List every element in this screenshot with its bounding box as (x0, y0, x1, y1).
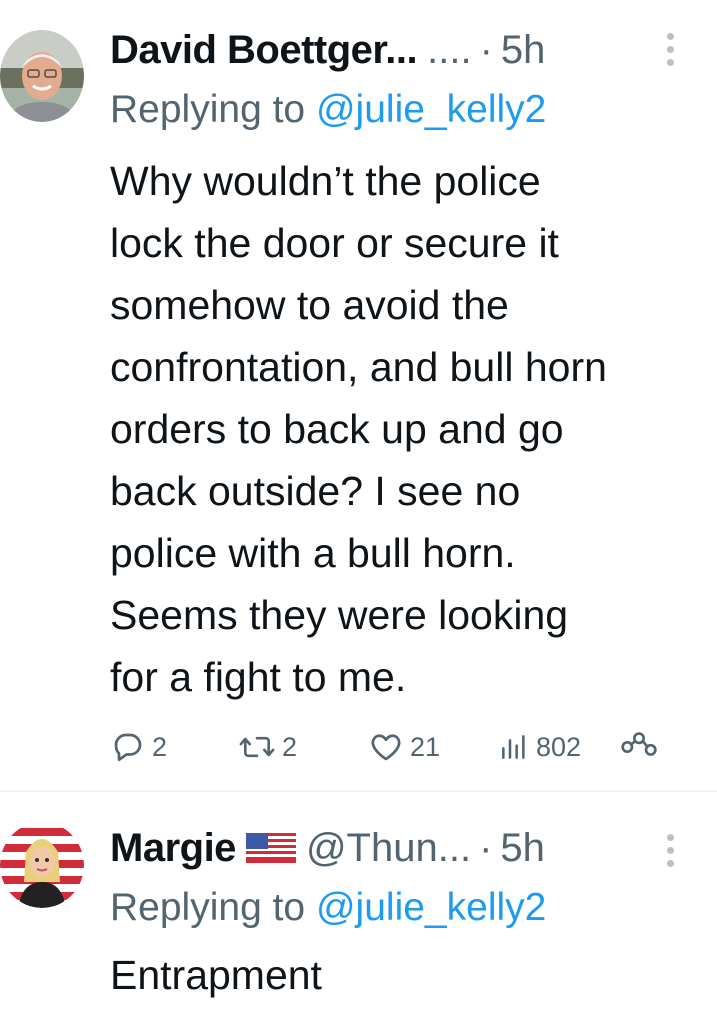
more-options-icon[interactable] (667, 33, 675, 72)
tweet-body-line: orders to back up and go (110, 406, 564, 452)
replying-to-mention[interactable]: @julie_kelly2 (316, 886, 546, 929)
views-icon (502, 735, 525, 759)
separator: · (479, 825, 493, 870)
share-button[interactable] (620, 722, 658, 772)
views-button[interactable]: 802 (498, 722, 581, 772)
tweet-header: David Boettger... .... · 5h (110, 22, 677, 78)
more-options-icon[interactable] (667, 834, 675, 873)
tweet[interactable]: Margie @Thun... · 5h Replying to @julie_… (0, 792, 717, 1023)
tweet[interactable]: David Boettger... .... · 5h Replying to … (0, 0, 717, 790)
like-icon (371, 734, 401, 761)
like-button[interactable]: 21 (368, 722, 440, 772)
author-handle[interactable]: @Thun... (306, 826, 471, 871)
tweet-body-line: back outside? I see no (110, 468, 521, 514)
share-icon (621, 732, 657, 756)
avatar[interactable] (0, 30, 84, 122)
timestamp[interactable]: 5h (500, 826, 545, 871)
tweet-body-line: confrontation, and bull horn (110, 344, 607, 390)
retweet-icon (239, 736, 275, 758)
replying-to-label: Replying to (110, 886, 306, 929)
tweet-body: Why wouldn’t the police lock the door or… (110, 150, 700, 708)
tweet-body-line: Why wouldn’t the police (110, 158, 541, 204)
tweet-header: Margie @Thun... · 5h (110, 820, 677, 876)
author-name[interactable]: Margie (110, 826, 236, 871)
author-handle[interactable]: .... (427, 28, 471, 73)
retweet-count: 2 (282, 731, 298, 762)
tweet-body-line: for a fight to me. (110, 654, 407, 700)
tweet-body: Entrapment (110, 952, 322, 998)
tweet-body-line: Seems they were looking (110, 592, 569, 638)
us-flag-icon (245, 833, 296, 863)
tweet-actions: 2 2 21 802 (110, 722, 670, 772)
timestamp[interactable]: 5h (501, 28, 546, 73)
replying-to: Replying to @julie_kelly2 (110, 886, 546, 930)
replying-to: Replying to @julie_kelly2 (110, 88, 546, 132)
like-count: 21 (410, 731, 441, 762)
tweet-body-line: lock the door or secure it (110, 220, 559, 266)
replying-to-mention[interactable]: @julie_kelly2 (316, 88, 546, 131)
reply-icon (114, 733, 142, 762)
replying-to-label: Replying to (110, 88, 306, 131)
views-count: 802 (536, 731, 582, 762)
tweet-body-line: somehow to avoid the (110, 282, 509, 328)
avatar[interactable] (0, 822, 84, 908)
tweet-body-line: police with a bull horn. (110, 530, 516, 576)
author-name[interactable]: David Boettger... (110, 28, 418, 73)
retweet-button[interactable]: 2 (238, 722, 297, 772)
reply-button[interactable]: 2 (110, 722, 167, 772)
separator: · (479, 27, 493, 72)
reply-count: 2 (152, 731, 168, 762)
